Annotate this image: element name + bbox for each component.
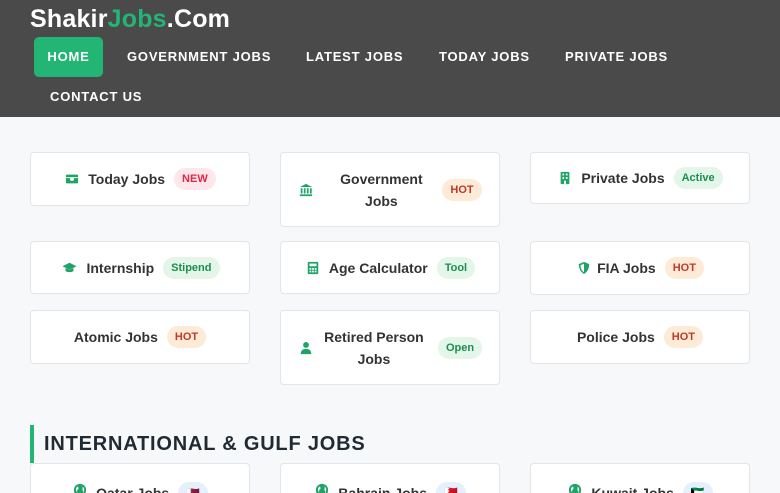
money-icon [64, 171, 80, 187]
card-label: Qatar Jobs [96, 485, 170, 493]
flag-badge: 🇶🇦 [178, 482, 208, 493]
calculator-icon [305, 260, 321, 276]
card-kuwait-jobs[interactable]: Kuwait Jobs 🇰🇼 [530, 463, 750, 493]
badge-new: NEW [174, 168, 216, 190]
card-label: Internship [86, 259, 155, 276]
site-header: ShakirJobs.Com HOME GOVERNMENT JOBS LATE… [0, 0, 780, 117]
user-icon [298, 340, 314, 356]
badge-active: Active [673, 167, 723, 189]
badge-hot: HOT [442, 178, 482, 201]
section-title-international-gulf-jobs: INTERNATIONAL & GULF JOBS [30, 425, 365, 463]
card-label: Bahrain Jobs [338, 485, 427, 493]
badge-tool: Tool [436, 256, 476, 279]
card-label: Today Jobs [88, 171, 166, 187]
nav-home[interactable]: HOME [34, 37, 103, 77]
card-atomic-jobs[interactable]: Atomic Jobs HOT [30, 310, 250, 364]
globe-icon [567, 482, 583, 493]
card-age-calculator[interactable]: Age Calculator Tool [280, 241, 500, 294]
card-label: Police Jobs [576, 329, 655, 345]
card-internship[interactable]: Internship Stipend [30, 241, 250, 294]
card-label: Atomic Jobs [73, 329, 158, 345]
card-label: Age Calculator [328, 259, 428, 276]
card-fia-jobs[interactable]: FIA Jobs HOT [530, 241, 750, 295]
card-label: FIA Jobs [597, 260, 656, 276]
card-label: Private Jobs [581, 170, 665, 186]
card-retired-person-jobs[interactable]: Retired Person Jobs Open [280, 310, 500, 385]
globe-icon [314, 482, 330, 493]
graduation-cap-icon [60, 260, 78, 276]
card-bahrain-jobs[interactable]: Bahrain Jobs 🇧🇭 [280, 463, 500, 493]
flag-badge: 🇰🇼 [682, 482, 713, 493]
globe-icon [72, 482, 88, 493]
nav-contact-us[interactable]: CONTACT US [50, 89, 142, 105]
site-logo[interactable]: ShakirJobs.Com [30, 5, 230, 34]
card-label: Government Jobs [340, 170, 423, 209]
card-government-jobs[interactable]: Government Jobs HOT [280, 152, 500, 227]
card-police-jobs[interactable]: Police Jobs HOT [530, 310, 750, 364]
card-private-jobs[interactable]: Private Jobs Active [530, 152, 750, 204]
badge-hot: HOT [664, 257, 704, 279]
card-today-jobs[interactable]: Today Jobs NEW [30, 152, 250, 206]
nav-latest-jobs[interactable]: LATEST JOBS [306, 49, 403, 65]
logo-accent: Jobs [107, 5, 167, 33]
nav-today-jobs[interactable]: TODAY JOBS [439, 49, 530, 65]
card-label: Retired Person Jobs [324, 328, 424, 367]
logo-main: Shakir [30, 5, 108, 33]
logo-suffix: .Com [166, 5, 231, 33]
shield-icon [576, 260, 592, 276]
badge-open: Open [437, 336, 483, 359]
badge-stipend: Stipend [163, 256, 220, 279]
bank-icon [298, 182, 314, 198]
card-label: Kuwait Jobs [591, 485, 674, 493]
flag-badge: 🇧🇭 [436, 482, 466, 493]
badge-hot: HOT [166, 326, 207, 348]
card-qatar-jobs[interactable]: Qatar Jobs 🇶🇦 [30, 463, 250, 493]
nav-private-jobs[interactable]: PRIVATE JOBS [565, 49, 668, 65]
building-icon [557, 170, 573, 186]
nav-government-jobs[interactable]: GOVERNMENT JOBS [127, 49, 271, 65]
badge-hot: HOT [663, 326, 704, 348]
